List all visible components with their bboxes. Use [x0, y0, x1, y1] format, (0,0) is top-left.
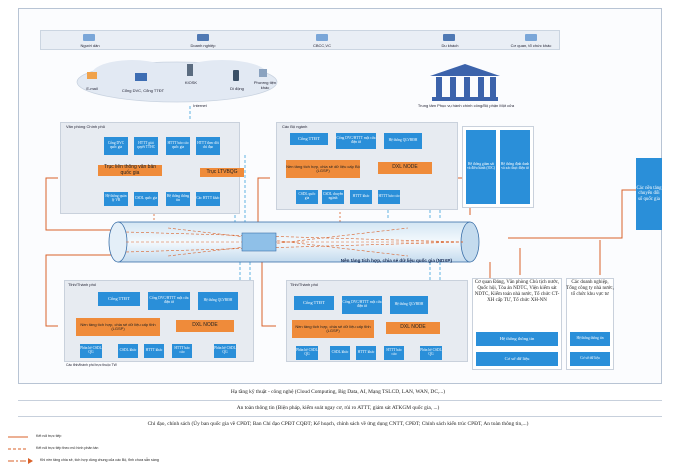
office-axis-2: Trục LTVBQG — [200, 168, 244, 177]
office-top-box-1: Cổng DVC quốc gia — [104, 137, 128, 155]
province-2-title: Tỉnh/Thành phố — [290, 282, 319, 287]
office-top-box-4: HTTT theo dõi chỉ đạo — [196, 137, 220, 155]
ministry-top-box-2: Cổng DVC/HTTT một cửa điện tử — [336, 133, 376, 149]
province-2-dxl-node: DXL NODE — [386, 322, 440, 334]
ministry-bottom-box-1: CSDL quốc gia — [296, 190, 318, 204]
province-1-bottom-box-3: HTTT khác — [144, 344, 164, 358]
ministry-bottom-box-2: CSDL chuyên ngành — [322, 190, 344, 204]
footer-infrastructure: Hạ tầng kỹ thuật - công nghệ (Cloud Comp… — [230, 389, 446, 395]
province-2-bottom-box-3: HTTT khác — [356, 346, 376, 360]
province-2-bottom-box-2: CSDL khác — [330, 346, 350, 360]
province-1-top-box-1: Cổng TTĐT — [98, 292, 140, 306]
enterprise-text: Các doanh nghiệp, Tổng công ty nhà nước,… — [566, 280, 614, 297]
province-2-lgsp: Nền tảng tích hợp, chia sẻ dữ liệu cấp t… — [292, 320, 374, 338]
province-1-bottom-box-1: Phân hệ CSDL QG — [80, 344, 102, 358]
province-2-bottom-box-1: Phân hệ CSDL QG — [296, 346, 318, 360]
office-title: Văn phòng Chính phủ — [66, 124, 105, 129]
office-bottom-box-3: Hệ thống thông tin — [166, 192, 190, 206]
province-1-top-box-2: Cổng DVC/HTTT một cửa điện tử — [148, 292, 190, 310]
party-box-2: Cơ sở dữ liệu — [476, 352, 558, 366]
ministry-top-box-1: Cổng TTĐT — [290, 133, 328, 145]
province-2-top-box-1: Cổng TTĐT — [294, 296, 334, 310]
enterprise-box-1: Hệ thống thông tin — [570, 332, 610, 346]
enterprise-box-2: Cơ sở dữ liệu — [570, 352, 610, 366]
province-1-bottom-box-2: CSDL khác — [118, 344, 138, 358]
province-1-dxl-node: DXL NODE — [176, 320, 234, 332]
office-bottom-box-2: CSDL quốc gia — [134, 192, 158, 206]
ministry-bottom-box-3: HTTT khác — [350, 190, 372, 204]
province-2-top-box-3: Hệ thống QLVBĐH — [390, 296, 428, 314]
province-2-bottom-box-5: Phân hệ CSDL QG — [420, 346, 442, 360]
ministry-lgsp: Nền tảng tích hợp, chia sẻ dữ liệu cấp B… — [286, 160, 360, 178]
office-bottom-box-1: Hệ thống quản lý VB — [104, 192, 128, 206]
ministry-side-box-2: Hệ thống định danh và xác thực điện tử — [500, 130, 530, 204]
province-1-top-box-3: Hệ thống QLVBĐH — [198, 292, 238, 310]
ministry-bottom-box-4: HTTT báo cáo — [378, 190, 400, 204]
ministry-dxl-node: DXL NODE — [378, 162, 432, 174]
office-top-box-2: HTTT giải quyết TTHC — [134, 137, 158, 155]
footer-policy: Chỉ đạo, chính sách (Ủy ban quốc gia về … — [147, 421, 529, 427]
party-text: Cơ quan Đảng, Văn phòng Chủ tịch nước, Q… — [474, 280, 560, 303]
province-1-lgsp: Nền tảng tích hợp, chia sẻ dữ liệu cấp t… — [76, 318, 160, 336]
province-2-bottom-box-4: HTTT báo cáo — [384, 346, 404, 360]
province-1-bottom-box-4: HTTT báo cáo — [172, 344, 192, 358]
footer-security: An toàn thông tin (Biện pháp, kiểm soát … — [236, 405, 440, 411]
ministry-title: Các Bộ ngành — [282, 124, 308, 129]
ministry-side-box-1: Hệ thống giám sát và điều hành (IOC) — [466, 130, 496, 204]
footer-divider-1 — [18, 400, 662, 401]
ndxp-label: Nền tảng tích hợp, chia sẻ dữ liệu quốc … — [340, 258, 452, 263]
office-bottom-box-4: Các HTTT khác — [196, 192, 220, 206]
province-2-top-box-2: Cổng DVC/HTTT một cửa điện tử — [342, 296, 382, 314]
province-1-bottom-box-5: Phân hệ CSDL QG — [214, 344, 236, 358]
office-axis-1: Trục liên thông văn bản quốc gia — [98, 164, 162, 176]
ministry-top-box-3: Hệ thống QLVBĐH — [384, 133, 422, 149]
office-top-box-3: HTTT báo cáo quốc gia — [166, 137, 190, 155]
legend-item-3: Khi nền tảng chia sẻ, tích hợp dùng chun… — [40, 458, 159, 462]
legend-item-2: Kết nối trực tiếp theo mô hình phân tán — [36, 446, 99, 450]
party-box-1: Hệ thống thông tin — [476, 332, 558, 346]
legend-item-1: Kết nối trực tiếp — [36, 434, 62, 438]
province-2-footnote: Các tỉnh/thành phố trực thuộc TW — [66, 363, 117, 367]
province-1-title: Tỉnh/Thành phố — [68, 282, 97, 287]
footer-divider-2 — [18, 416, 662, 417]
national-platforms-box: Các nền tảng chuyển đổi số quốc gia — [636, 158, 662, 230]
